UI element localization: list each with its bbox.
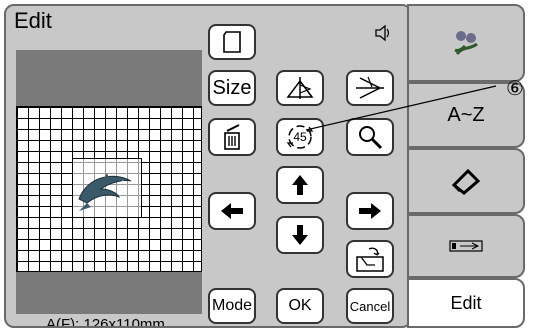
usb-card-icon — [449, 240, 483, 252]
arrow-right-icon — [359, 203, 381, 219]
thread-color-button[interactable] — [208, 24, 256, 60]
screen-title: Edit — [14, 8, 52, 33]
flower-icon — [454, 31, 478, 55]
design-size-readout: A(F): 126x110mm — [46, 316, 165, 328]
trash-icon — [224, 124, 240, 150]
save-folder-icon — [356, 247, 384, 272]
speaker-icon[interactable] — [374, 24, 392, 45]
move-right-button[interactable] — [346, 192, 394, 230]
save-button[interactable] — [346, 240, 394, 278]
size-button[interactable]: Size — [208, 70, 256, 106]
mode-button[interactable]: Mode — [208, 288, 256, 324]
ok-button[interactable]: OK — [276, 288, 324, 324]
arrow-left-icon — [221, 203, 243, 219]
callout-number: ⑥ — [506, 78, 524, 100]
page-icon — [223, 31, 241, 53]
delete-button[interactable] — [208, 118, 256, 156]
arrow-down-icon — [292, 225, 308, 245]
tab-eraser[interactable] — [407, 148, 525, 214]
move-up-button[interactable] — [276, 166, 324, 204]
eraser-icon — [451, 168, 481, 195]
cancel-button[interactable]: Cancel — [346, 288, 394, 324]
callout-leader-line — [305, 85, 497, 131]
tab-edit-label: Edit — [450, 292, 482, 313]
tab-edit[interactable]: Edit — [407, 278, 525, 328]
arrow-up-icon — [292, 175, 308, 195]
move-down-button[interactable] — [276, 216, 324, 254]
mode-tabs: A~Z Edit — [407, 4, 527, 328]
dolphin-design-icon — [78, 173, 132, 211]
edit-screen: Edit A(F): 126x110mm Size 45 Mode OK Can… — [4, 4, 412, 328]
move-left-button[interactable] — [208, 192, 256, 230]
design-selection-box[interactable] — [72, 158, 142, 218]
tab-usb[interactable] — [407, 214, 525, 278]
